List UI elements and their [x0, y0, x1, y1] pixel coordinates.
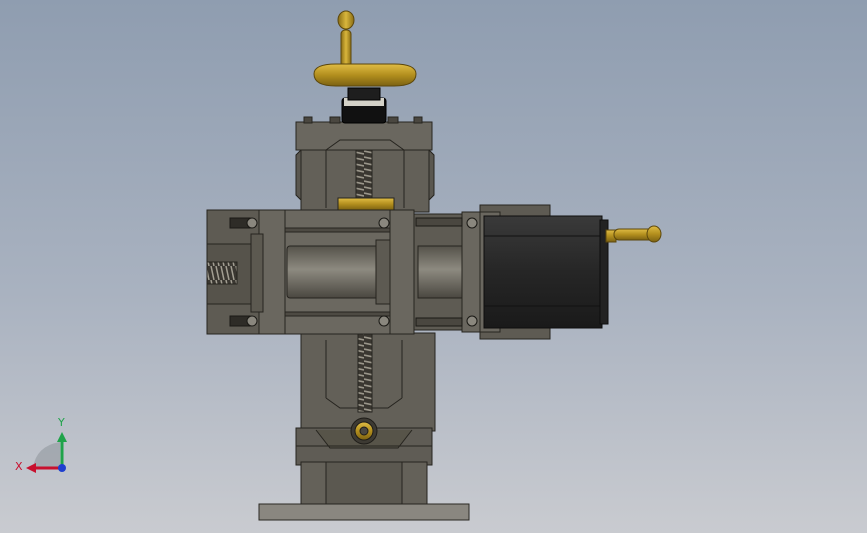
stepper-motor	[483, 215, 609, 329]
side-handle[interactable]	[605, 225, 662, 243]
lower-bearing	[350, 417, 378, 445]
lower-lead-screw	[357, 333, 373, 413]
bolt	[415, 317, 463, 327]
coordinate-triad: X Y	[15, 416, 67, 473]
handwheel-rim	[313, 63, 417, 87]
x-axis-arrow	[26, 463, 36, 473]
y-axis-label: Y	[57, 416, 65, 429]
cad-viewport[interactable]: X Y	[0, 0, 867, 533]
left-spring	[206, 261, 238, 285]
bolt-head	[466, 217, 478, 229]
bolt-head	[466, 315, 478, 327]
bolt-head	[378, 315, 390, 327]
right-flange	[389, 209, 483, 335]
triad-plane	[33, 442, 60, 468]
x-axis-label: X	[15, 460, 23, 473]
shaft-collar	[375, 239, 391, 305]
bolt-head	[378, 217, 390, 229]
y-axis-arrow	[57, 432, 67, 442]
bolt-head	[246, 217, 258, 229]
upper-nut	[337, 197, 395, 211]
hub	[347, 87, 381, 101]
main-shaft	[286, 245, 388, 299]
handwheel-knob	[337, 10, 355, 30]
upper-lead-screw	[355, 149, 373, 201]
bolt	[415, 217, 463, 227]
assembly-drawing: X Y	[15, 10, 662, 521]
base-plate	[258, 503, 470, 521]
top-handwheel[interactable]	[313, 10, 417, 124]
z-axis-dot	[58, 464, 66, 472]
bolt-head	[246, 315, 258, 327]
